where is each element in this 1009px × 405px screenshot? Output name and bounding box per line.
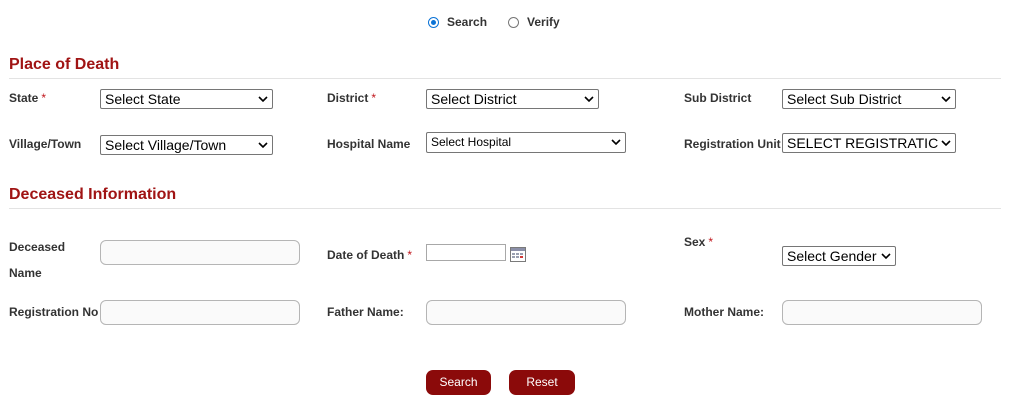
village-town-select[interactable]: Select Village/Town xyxy=(100,135,273,155)
deceased-name-label: Deceased Name xyxy=(9,240,66,280)
chevron-down-icon xyxy=(584,96,594,103)
registration-unit-select[interactable]: SELECT REGISTRATIC xyxy=(782,133,956,153)
chevron-down-icon xyxy=(258,142,268,149)
sex-label: Sex * xyxy=(684,235,714,249)
chevron-down-icon xyxy=(941,140,951,147)
hospital-name-label: Hospital Name xyxy=(327,137,411,151)
chevron-down-icon xyxy=(258,96,268,103)
chevron-down-icon xyxy=(881,253,891,260)
chevron-down-icon xyxy=(941,96,951,103)
father-name-label: Father Name: xyxy=(327,305,404,319)
search-radio-label[interactable]: Search xyxy=(447,15,487,29)
date-of-death-label: Date of Death * xyxy=(327,248,413,262)
district-select[interactable]: Select District xyxy=(426,89,599,109)
village-town-label: Village/Town xyxy=(9,137,82,151)
deceased-name-input[interactable] xyxy=(100,240,300,265)
section-divider xyxy=(9,78,1001,79)
mother-name-input[interactable] xyxy=(782,300,982,325)
mode-radio-group: Search Verify xyxy=(428,15,560,29)
registration-unit-label: Registration Unit xyxy=(684,137,781,151)
calendar-icon[interactable] xyxy=(510,246,526,262)
registration-no-input[interactable] xyxy=(100,300,300,325)
state-label: State * xyxy=(9,91,47,105)
search-radio[interactable] xyxy=(428,16,439,28)
place-of-death-title: Place of Death xyxy=(9,56,120,73)
father-name-input[interactable] xyxy=(426,300,626,325)
hospital-select[interactable]: Select Hospital xyxy=(426,132,626,153)
sex-select[interactable]: Select Gender xyxy=(782,246,896,266)
search-button[interactable]: Search xyxy=(426,370,491,395)
registration-no-label: Registration No xyxy=(9,305,99,319)
reset-button[interactable]: Reset xyxy=(509,370,575,395)
district-label: District * xyxy=(327,91,377,105)
mother-name-label: Mother Name: xyxy=(684,305,765,319)
date-of-death-input[interactable] xyxy=(426,244,506,261)
section-divider xyxy=(9,208,1001,209)
chevron-down-icon xyxy=(611,139,621,146)
state-select[interactable]: Select State xyxy=(100,89,273,109)
sub-district-select[interactable]: Select Sub District xyxy=(782,89,956,109)
deceased-information-title: Deceased Information xyxy=(9,186,177,203)
verify-radio-label[interactable]: Verify xyxy=(527,15,560,29)
verify-radio[interactable] xyxy=(508,16,520,28)
sub-district-label: Sub District xyxy=(684,91,752,105)
